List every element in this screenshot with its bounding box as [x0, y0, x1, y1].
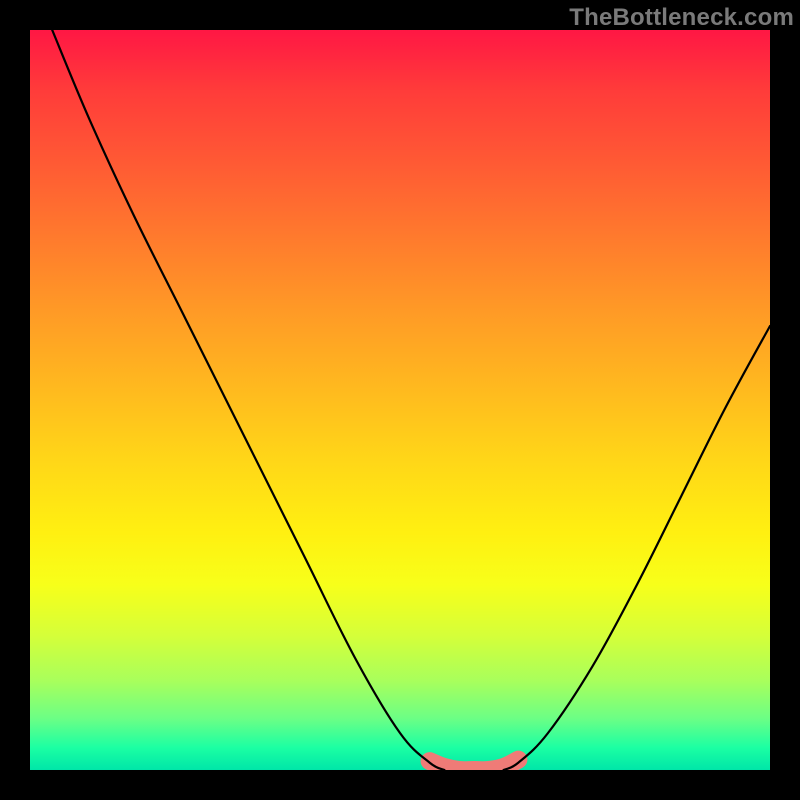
curves-svg	[30, 30, 770, 770]
chart-frame: TheBottleneck.com	[0, 0, 800, 800]
left-curve-path	[52, 30, 444, 770]
watermark-text: TheBottleneck.com	[569, 4, 794, 32]
plot-area	[30, 30, 770, 770]
right-curve-path	[504, 326, 770, 770]
